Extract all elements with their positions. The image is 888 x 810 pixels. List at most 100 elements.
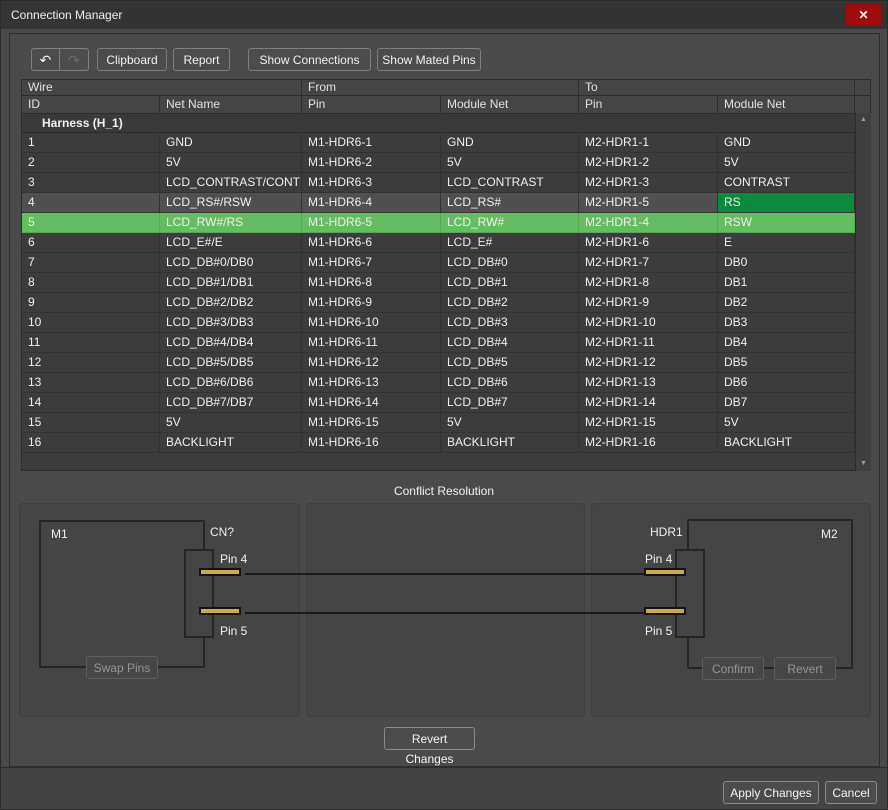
table-cell[interactable]: LCD_DB#0 bbox=[441, 253, 579, 273]
column-header-from-pin[interactable]: Pin bbox=[302, 96, 441, 113]
table-cell[interactable]: DB4 bbox=[718, 333, 855, 353]
table-cell[interactable]: LCD_RW# bbox=[441, 213, 579, 233]
table-cell[interactable]: LCD_DB#6 bbox=[441, 373, 579, 393]
table-row[interactable]: 12LCD_DB#5/DB5M1-HDR6-12LCD_DB#5M2-HDR1-… bbox=[22, 353, 870, 373]
table-row[interactable]: 5LCD_RW#/RSM1-HDR6-5LCD_RW#M2-HDR1-4RSW bbox=[22, 213, 870, 233]
table-cell[interactable]: M2-HDR1-5 bbox=[579, 193, 718, 213]
table-cell[interactable]: 13 bbox=[22, 373, 160, 393]
table-cell[interactable]: RS bbox=[718, 193, 855, 213]
m1-pin5[interactable] bbox=[199, 607, 241, 615]
apply-changes-button[interactable]: Apply Changes bbox=[723, 781, 819, 804]
table-cell[interactable]: 16 bbox=[22, 433, 160, 453]
table-row[interactable]: 16BACKLIGHTM1-HDR6-16BACKLIGHTM2-HDR1-16… bbox=[22, 433, 870, 453]
table-cell[interactable]: M2-HDR1-4 bbox=[579, 213, 718, 233]
confirm-button[interactable]: Confirm bbox=[702, 657, 764, 680]
revert-changes-button[interactable]: Revert Changes bbox=[384, 727, 475, 750]
table-cell[interactable]: RSW bbox=[718, 213, 855, 233]
table-cell[interactable]: M1-HDR6-11 bbox=[302, 333, 441, 353]
group-header-wire[interactable]: Wire bbox=[22, 80, 302, 95]
table-cell[interactable]: 5V bbox=[718, 153, 855, 173]
table-cell[interactable]: LCD_DB#2 bbox=[441, 293, 579, 313]
table-cell[interactable]: 3 bbox=[22, 173, 160, 193]
harness-group-row[interactable]: Harness (H_1) bbox=[22, 114, 870, 133]
table-cell[interactable]: M2-HDR1-13 bbox=[579, 373, 718, 393]
m2-pin5[interactable] bbox=[644, 607, 686, 615]
table-cell[interactable]: BACKLIGHT bbox=[718, 433, 855, 453]
table-cell[interactable]: M1-HDR6-1 bbox=[302, 133, 441, 153]
table-cell[interactable]: 5 bbox=[22, 213, 160, 233]
table-cell[interactable]: M2-HDR1-3 bbox=[579, 173, 718, 193]
table-row[interactable]: 1GNDM1-HDR6-1GNDM2-HDR1-1GND bbox=[22, 133, 870, 153]
table-row[interactable]: 4LCD_RS#/RSWM1-HDR6-4LCD_RS#M2-HDR1-5RS bbox=[22, 193, 870, 213]
table-cell[interactable]: M1-HDR6-16 bbox=[302, 433, 441, 453]
table-cell[interactable]: LCD_DB#7/DB7 bbox=[160, 393, 302, 413]
column-header-from-module-net[interactable]: Module Net bbox=[441, 96, 579, 113]
table-row[interactable]: 8LCD_DB#1/DB1M1-HDR6-8LCD_DB#1M2-HDR1-8D… bbox=[22, 273, 870, 293]
table-cell[interactable]: LCD_DB#1 bbox=[441, 273, 579, 293]
table-row[interactable]: 9LCD_DB#2/DB2M1-HDR6-9LCD_DB#2M2-HDR1-9D… bbox=[22, 293, 870, 313]
table-cell[interactable]: LCD_DB#1/DB1 bbox=[160, 273, 302, 293]
table-cell[interactable]: M1-HDR6-5 bbox=[302, 213, 441, 233]
table-cell[interactable]: LCD_CONTRAST bbox=[441, 173, 579, 193]
table-row[interactable]: 10LCD_DB#3/DB3M1-HDR6-10LCD_DB#3M2-HDR1-… bbox=[22, 313, 870, 333]
table-cell[interactable]: M2-HDR1-16 bbox=[579, 433, 718, 453]
revert-button[interactable]: Revert bbox=[774, 657, 836, 680]
group-header-to[interactable]: To bbox=[579, 80, 855, 95]
table-cell[interactable]: 5V bbox=[718, 413, 855, 433]
table-cell[interactable]: M1-HDR6-12 bbox=[302, 353, 441, 373]
table-cell[interactable]: M1-HDR6-13 bbox=[302, 373, 441, 393]
table-cell[interactable]: GND bbox=[718, 133, 855, 153]
redo-button[interactable]: ↷ bbox=[59, 48, 89, 71]
table-row[interactable]: 25VM1-HDR6-25VM2-HDR1-25V bbox=[22, 153, 870, 173]
table-cell[interactable]: M1-HDR6-3 bbox=[302, 173, 441, 193]
table-cell[interactable]: M2-HDR1-6 bbox=[579, 233, 718, 253]
column-header-to-pin[interactable]: Pin bbox=[579, 96, 718, 113]
table-cell[interactable]: 4 bbox=[22, 193, 160, 213]
table-cell[interactable]: M2-HDR1-7 bbox=[579, 253, 718, 273]
table-cell[interactable]: LCD_DB#0/DB0 bbox=[160, 253, 302, 273]
table-row[interactable]: 3LCD_CONTRAST/CONTR...M1-HDR6-3LCD_CONTR… bbox=[22, 173, 870, 193]
table-scrollbar[interactable]: ▲ ▼ bbox=[855, 113, 871, 471]
table-cell[interactable]: LCD_RS# bbox=[441, 193, 579, 213]
undo-button[interactable]: ↶ bbox=[31, 48, 60, 71]
column-header-net-name[interactable]: Net Name bbox=[160, 96, 302, 113]
show-connections-button[interactable]: Show Connections bbox=[248, 48, 371, 71]
column-header-to-module-net[interactable]: Module Net bbox=[718, 96, 855, 113]
table-cell[interactable]: M1-HDR6-14 bbox=[302, 393, 441, 413]
table-cell[interactable]: M1-HDR6-4 bbox=[302, 193, 441, 213]
table-cell[interactable]: LCD_DB#3/DB3 bbox=[160, 313, 302, 333]
table-row[interactable]: 13LCD_DB#6/DB6M1-HDR6-13LCD_DB#6M2-HDR1-… bbox=[22, 373, 870, 393]
show-mated-pins-button[interactable]: Show Mated Pins bbox=[377, 48, 481, 71]
table-cell[interactable]: GND bbox=[160, 133, 302, 153]
scroll-up-icon[interactable]: ▲ bbox=[856, 115, 871, 125]
table-cell[interactable]: DB7 bbox=[718, 393, 855, 413]
table-cell[interactable]: M2-HDR1-9 bbox=[579, 293, 718, 313]
table-cell[interactable]: 5V bbox=[441, 413, 579, 433]
table-cell[interactable]: M1-HDR6-9 bbox=[302, 293, 441, 313]
table-cell[interactable]: 10 bbox=[22, 313, 160, 333]
table-cell[interactable]: LCD_E# bbox=[441, 233, 579, 253]
table-cell[interactable]: BACKLIGHT bbox=[160, 433, 302, 453]
close-button[interactable]: ✕ bbox=[846, 4, 881, 25]
table-cell[interactable]: LCD_E#/E bbox=[160, 233, 302, 253]
table-cell[interactable]: M1-HDR6-8 bbox=[302, 273, 441, 293]
table-cell[interactable]: 9 bbox=[22, 293, 160, 313]
table-cell[interactable]: LCD_DB#4/DB4 bbox=[160, 333, 302, 353]
table-cell[interactable]: DB0 bbox=[718, 253, 855, 273]
table-cell[interactable]: M1-HDR6-15 bbox=[302, 413, 441, 433]
table-cell[interactable]: DB6 bbox=[718, 373, 855, 393]
table-cell[interactable]: M2-HDR1-15 bbox=[579, 413, 718, 433]
table-cell[interactable]: LCD_RS#/RSW bbox=[160, 193, 302, 213]
table-cell[interactable]: LCD_DB#2/DB2 bbox=[160, 293, 302, 313]
table-cell[interactable]: M2-HDR1-12 bbox=[579, 353, 718, 373]
table-cell[interactable]: M1-HDR6-6 bbox=[302, 233, 441, 253]
table-cell[interactable]: LCD_DB#4 bbox=[441, 333, 579, 353]
table-cell[interactable]: M2-HDR1-1 bbox=[579, 133, 718, 153]
table-cell[interactable]: M2-HDR1-14 bbox=[579, 393, 718, 413]
table-cell[interactable]: M1-HDR6-10 bbox=[302, 313, 441, 333]
table-cell[interactable]: 5V bbox=[441, 153, 579, 173]
m2-pin4[interactable] bbox=[644, 568, 686, 576]
table-cell[interactable]: LCD_DB#6/DB6 bbox=[160, 373, 302, 393]
table-cell[interactable]: BACKLIGHT bbox=[441, 433, 579, 453]
table-cell[interactable]: LCD_RW#/RS bbox=[160, 213, 302, 233]
